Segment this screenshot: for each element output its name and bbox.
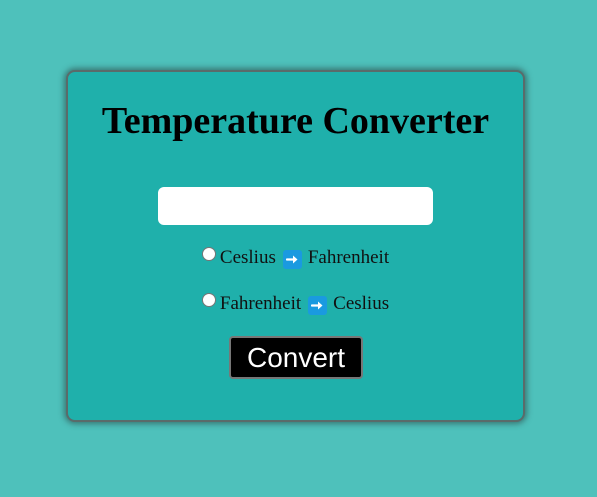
option-from-label: Fahrenheit — [219, 293, 302, 314]
fahrenheit-to-celsius-radio[interactable] — [201, 293, 216, 307]
right-arrow-icon — [282, 250, 302, 269]
page-title: Temperature Converter — [101, 100, 490, 142]
temperature-input[interactable] — [158, 187, 433, 225]
option-fahrenheit-to-celsius[interactable]: Fahrenheit Ceslius — [68, 292, 523, 316]
option-from-label: Ceslius — [219, 247, 276, 268]
convert-button[interactable]: Convert — [229, 336, 363, 379]
celsius-to-fahrenheit-radio[interactable] — [201, 247, 216, 261]
converter-card: Temperature Converter Ceslius Fahrenheit … — [66, 70, 525, 422]
option-to-label: Ceslius — [333, 293, 390, 314]
right-arrow-icon — [308, 296, 328, 315]
option-celsius-to-fahrenheit[interactable]: Ceslius Fahrenheit — [68, 246, 523, 270]
option-to-label: Fahrenheit — [307, 247, 390, 268]
